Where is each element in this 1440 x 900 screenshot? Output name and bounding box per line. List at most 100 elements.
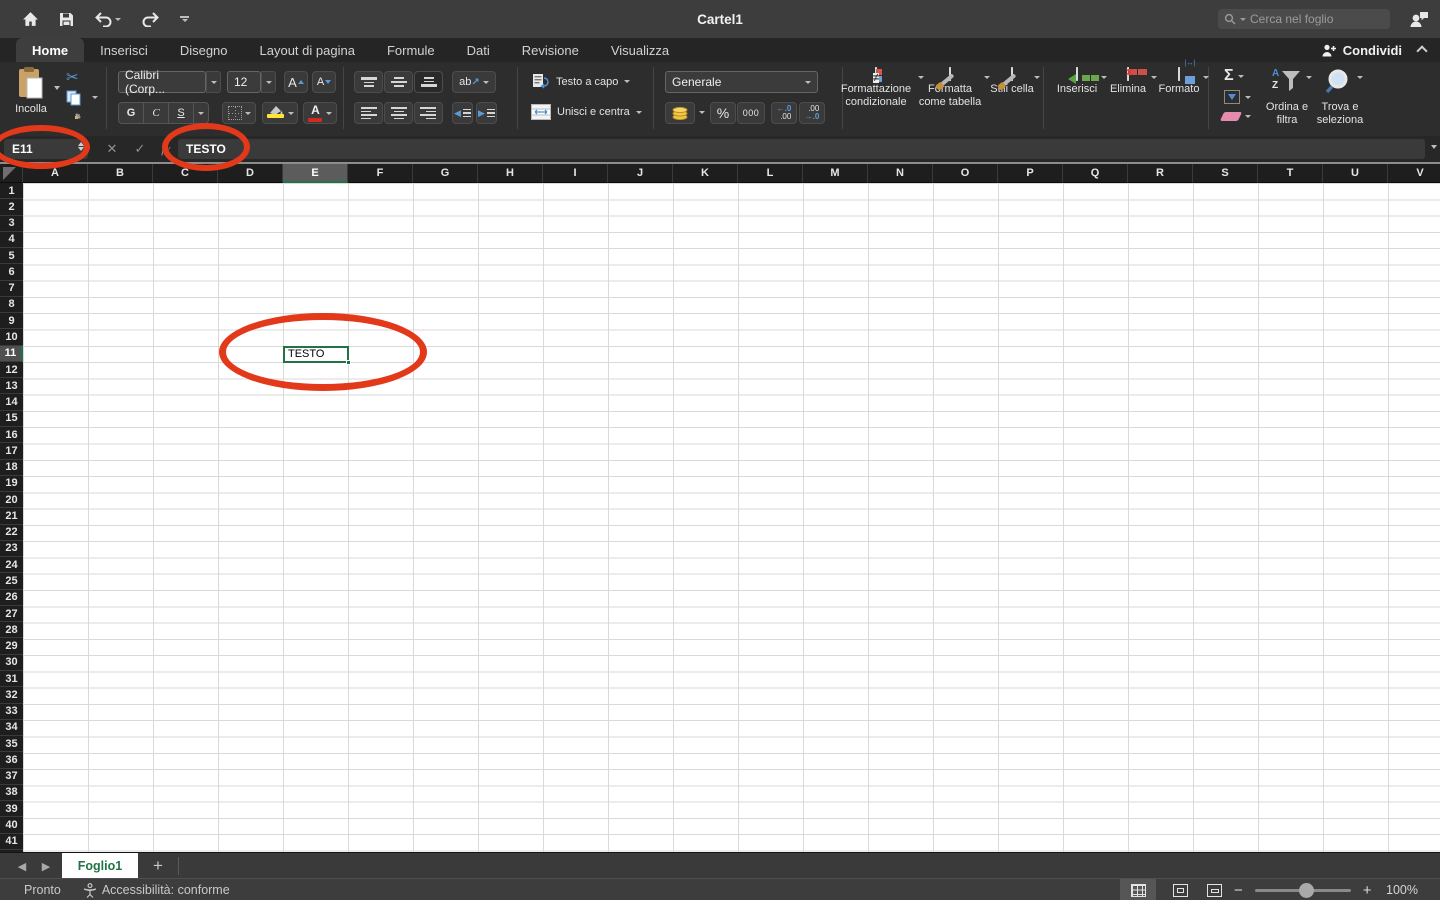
column-header-V[interactable]: V	[1388, 164, 1440, 183]
column-header-D[interactable]: D	[218, 164, 283, 183]
align-bottom-icon[interactable]	[414, 71, 443, 93]
fill-color-caret-icon[interactable]	[288, 112, 294, 115]
tab-layout-di-pagina[interactable]: Layout di pagina	[244, 38, 371, 62]
page-break-view-button[interactable]	[1196, 879, 1232, 900]
underline-button[interactable]: S	[168, 102, 193, 124]
column-header-S[interactable]: S	[1193, 164, 1258, 183]
autosum-caret-icon[interactable]	[1238, 75, 1244, 78]
tab-visualizza[interactable]: Visualizza	[595, 38, 685, 62]
zoom-in-button[interactable]: +	[1363, 882, 1372, 899]
wrap-text-button[interactable]: Testo a capo	[533, 74, 630, 89]
column-header-U[interactable]: U	[1323, 164, 1388, 183]
format-cells-button[interactable]: |↔| Formato	[1155, 68, 1203, 96]
row-header-19[interactable]: 19	[0, 476, 23, 492]
orientation-button[interactable]: ab↗	[452, 71, 496, 93]
fill-handle[interactable]	[346, 360, 351, 365]
row-header-39[interactable]: 39	[0, 801, 23, 817]
row-header-2[interactable]: 2	[0, 199, 23, 215]
find-select-button[interactable]: Trova e seleziona	[1312, 68, 1368, 126]
row-header-41[interactable]: 41	[0, 834, 23, 850]
increase-indent-icon[interactable]: ▶	[476, 102, 497, 124]
formula-input[interactable]: TESTO	[178, 139, 1425, 159]
paste-caret-icon[interactable]	[54, 86, 60, 90]
row-header-3[interactable]: 3	[0, 216, 23, 232]
next-sheet-icon[interactable]: ▶	[36, 857, 56, 875]
column-header-A[interactable]: A	[23, 164, 88, 183]
tab-inserisci[interactable]: Inserisci	[84, 38, 164, 62]
cut-icon[interactable]: ✂	[66, 68, 79, 86]
add-sheet-button[interactable]: +	[146, 855, 170, 877]
row-header-1[interactable]: 1	[0, 183, 23, 199]
align-middle-icon[interactable]	[384, 71, 413, 93]
row-header-23[interactable]: 23	[0, 541, 23, 557]
font-size-select[interactable]: 12	[227, 71, 261, 93]
name-box-stepper[interactable]	[78, 142, 84, 151]
row-header-5[interactable]: 5	[0, 248, 23, 264]
insert-cells-button[interactable]: Inserisci	[1053, 68, 1101, 96]
zoom-slider-thumb[interactable]	[1299, 883, 1314, 898]
row-header-40[interactable]: 40	[0, 817, 23, 833]
fill-color-button[interactable]	[262, 102, 298, 124]
bold-button[interactable]: G	[118, 102, 143, 124]
font-name-select[interactable]: Calibri (Corp...	[118, 71, 206, 93]
row-header-32[interactable]: 32	[0, 687, 23, 703]
row-header-28[interactable]: 28	[0, 622, 23, 638]
borders-button[interactable]	[222, 102, 256, 124]
currency-caret-icon[interactable]	[699, 111, 705, 114]
decrease-decimal-button[interactable]: .00→.0	[799, 102, 825, 124]
align-top-icon[interactable]	[354, 71, 383, 93]
column-header-I[interactable]: I	[543, 164, 608, 183]
normal-view-button[interactable]	[1120, 879, 1156, 900]
row-header-27[interactable]: 27	[0, 606, 23, 622]
percent-button[interactable]: %	[710, 102, 736, 124]
row-header-16[interactable]: 16	[0, 427, 23, 443]
row-header-4[interactable]: 4	[0, 232, 23, 248]
formula-bar-expand-icon[interactable]	[1431, 145, 1437, 149]
font-color-button[interactable]: A	[303, 102, 337, 124]
row-header-24[interactable]: 24	[0, 557, 23, 573]
column-header-Q[interactable]: Q	[1063, 164, 1128, 183]
collapse-ribbon-icon[interactable]	[1416, 45, 1428, 55]
clear-button[interactable]	[1222, 112, 1251, 121]
people-icon[interactable]	[1406, 8, 1432, 30]
column-header-E[interactable]: E	[283, 164, 348, 183]
row-header-20[interactable]: 20	[0, 492, 23, 508]
column-header-M[interactable]: M	[803, 164, 868, 183]
number-format-select[interactable]: Generale	[665, 71, 818, 93]
row-header-33[interactable]: 33	[0, 704, 23, 720]
select-all-button[interactable]	[0, 164, 23, 183]
cell-styles-button[interactable]: Stili cella	[990, 68, 1034, 96]
selected-cell[interactable]: TESTO	[283, 346, 349, 363]
column-header-T[interactable]: T	[1258, 164, 1323, 183]
format-painter-icon[interactable]	[66, 112, 82, 131]
currency-button[interactable]	[665, 102, 695, 124]
column-header-C[interactable]: C	[153, 164, 218, 183]
cancel-icon[interactable]: ✕	[98, 136, 126, 162]
column-header-F[interactable]: F	[348, 164, 413, 183]
column-header-J[interactable]: J	[608, 164, 673, 183]
align-right-icon[interactable]	[414, 102, 443, 124]
clear-caret-icon[interactable]	[1245, 115, 1251, 118]
row-header-36[interactable]: 36	[0, 752, 23, 768]
decrease-indent-icon[interactable]: ◀	[452, 102, 473, 124]
row-header-29[interactable]: 29	[0, 638, 23, 654]
row-header-6[interactable]: 6	[0, 264, 23, 280]
row-header-38[interactable]: 38	[0, 785, 23, 801]
cells-area[interactable]	[23, 183, 1440, 852]
column-header-N[interactable]: N	[868, 164, 933, 183]
autosum-button[interactable]: Σ	[1224, 67, 1244, 85]
font-name-caret-icon[interactable]	[206, 71, 221, 93]
prev-sheet-icon[interactable]: ◀	[12, 857, 32, 875]
fx-icon[interactable]: fx	[156, 136, 176, 162]
align-left-icon[interactable]	[354, 102, 383, 124]
row-header-22[interactable]: 22	[0, 525, 23, 541]
row-header-7[interactable]: 7	[0, 281, 23, 297]
name-box[interactable]: E11	[4, 139, 88, 159]
search-input[interactable]: Cerca nel foglio	[1218, 9, 1390, 29]
column-header-O[interactable]: O	[933, 164, 998, 183]
row-header-12[interactable]: 12	[0, 362, 23, 378]
format-as-table-button[interactable]: Formatta come tabella	[914, 68, 986, 108]
wrap-text-caret-icon[interactable]	[624, 80, 630, 83]
column-header-R[interactable]: R	[1128, 164, 1193, 183]
row-header-34[interactable]: 34	[0, 720, 23, 736]
